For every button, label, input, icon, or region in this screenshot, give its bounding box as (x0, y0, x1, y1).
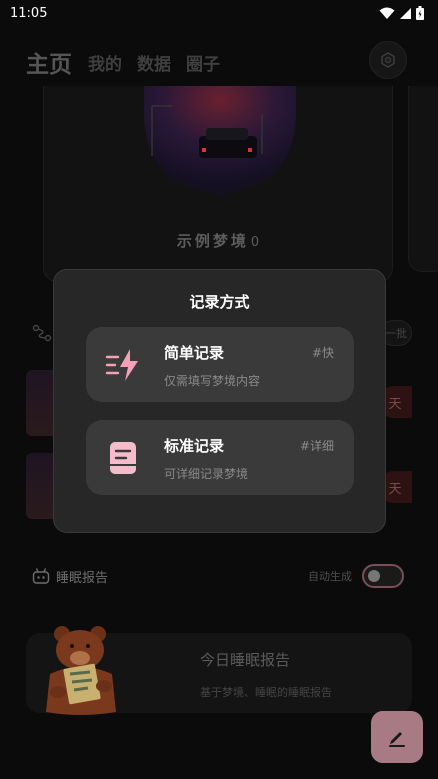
tab-circle[interactable]: 圈子 (186, 50, 220, 75)
dream-thumbnail[interactable] (26, 370, 56, 436)
standard-record-option[interactable]: 标准记录 可详细记录梦境 #详细 (86, 420, 354, 495)
batch-button-label: 一批 (385, 327, 407, 340)
sleep-report-row: 睡眠报告 自动生成 (32, 564, 404, 588)
settings-button[interactable] (369, 41, 407, 79)
lightning-icon (105, 349, 138, 381)
option-title: 简单记录 (164, 344, 225, 362)
dream-thumbnail[interactable] (26, 453, 56, 519)
document-icon (110, 442, 136, 474)
report-subtitle: 基于梦境、睡眠的睡眠报告 (200, 686, 332, 699)
dream-card[interactable]: 示例梦境 0 (43, 86, 393, 282)
dream-title: 示例梦境 0 (44, 230, 392, 251)
toggle-knob (368, 570, 380, 582)
record-mode-dialog: 记录方式 简单记录 仅需填写梦境内容 #快 标准记录 可详细记录梦境 #详细 (53, 269, 386, 533)
auto-generate-toggle[interactable] (362, 564, 404, 588)
write-dream-button[interactable] (371, 711, 423, 763)
day-tag-label: 天 (388, 481, 402, 497)
option-tag: #快 (311, 346, 334, 360)
route-icon (32, 324, 52, 342)
day-tag-label: 天 (388, 396, 402, 412)
tab-data[interactable]: 数据 (137, 50, 171, 75)
gear-icon (381, 52, 395, 68)
top-nav: 主页 我的 数据 圈子 (0, 36, 438, 86)
sleep-report-label: 睡眠报告 (56, 571, 109, 586)
option-tag: #详细 (299, 439, 334, 453)
robot-icon (32, 568, 50, 584)
option-description: 仅需填写梦境内容 (164, 374, 261, 388)
dream-illustration (144, 86, 296, 194)
dream-title-text: 示例梦境 (176, 232, 249, 250)
option-title: 标准记录 (164, 437, 225, 455)
dream-card-next[interactable] (408, 86, 438, 272)
option-description: 可详细记录梦境 (164, 467, 249, 481)
dream-count: 0 (250, 235, 260, 250)
auto-generate-label: 自动生成 (308, 570, 352, 583)
status-time: 11:05 (10, 5, 48, 21)
bear-illustration (46, 626, 116, 715)
battery-icon (416, 6, 424, 20)
wifi-icon (379, 7, 395, 19)
tab-home[interactable]: 主页 (26, 45, 72, 79)
pen-icon (389, 732, 405, 747)
signal-icon (400, 7, 411, 19)
tab-mine[interactable]: 我的 (88, 50, 122, 75)
status-bar: 11:05 (0, 0, 438, 26)
simple-record-option[interactable]: 简单记录 仅需填写梦境内容 #快 (86, 327, 354, 402)
dialog-title: 记录方式 (189, 293, 250, 311)
report-title: 今日睡眠报告 (200, 651, 291, 669)
